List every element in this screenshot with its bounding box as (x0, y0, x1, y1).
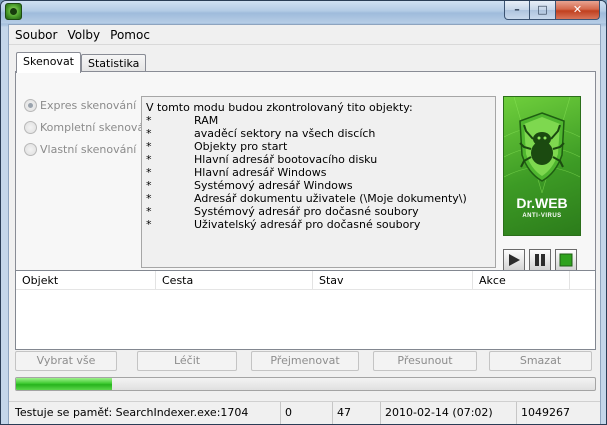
info-item: * Hlavní adresář bootovacího disku (146, 153, 378, 166)
minimize-button[interactable]: – (504, 1, 530, 20)
info-item: * Adresář dokumentu uživatele (\Moje doku… (146, 192, 467, 205)
status-datetime: 2010-02-14 (07:02) (381, 402, 517, 424)
drweb-spider-icon[interactable] (5, 3, 22, 20)
status-value: 47 (333, 402, 381, 424)
title-bar[interactable]: – □ ✕ (1, 1, 606, 23)
play-icon (509, 254, 520, 266)
column-path[interactable]: Cesta (156, 271, 313, 289)
radio-full-scan[interactable]: Kompletní skenování (24, 116, 154, 138)
status-object-count: 1049267 (521, 406, 570, 419)
menu-bar: Soubor Volby Pomoc (9, 25, 600, 45)
tab-scan[interactable]: Skenovat (16, 52, 81, 73)
results-table[interactable]: Objekt Cesta Stav Akce (15, 270, 596, 350)
info-item: * Systémový adresář pro dočasné soubory (146, 205, 419, 218)
start-scan-button[interactable] (503, 249, 525, 271)
cure-button[interactable]: Léčit (137, 351, 237, 371)
table-header: Objekt Cesta Stav Akce (16, 271, 595, 290)
column-status[interactable]: Stav (313, 271, 473, 289)
info-item: * Systémový adresář Windows (146, 179, 353, 192)
radio-label: Kompletní skenování (40, 120, 155, 134)
drweb-logo: Dr.WEB ANTI-VIRUS (503, 96, 581, 236)
maximize-button[interactable]: □ (530, 1, 556, 20)
info-item: * RAM (146, 114, 219, 127)
status-threats-count: 0 (281, 402, 333, 424)
info-title: V tomto modu budou zkontrolovaný tito ob… (146, 101, 413, 114)
menu-file[interactable]: Soubor (11, 25, 63, 44)
column-action[interactable]: Akce (473, 271, 570, 289)
pause-icon (535, 254, 545, 266)
scan-controls (503, 249, 577, 271)
info-item: * Hlavní adresář Windows (146, 166, 327, 179)
radio-express-scan[interactable]: Expres skenování (24, 94, 154, 116)
pause-scan-button[interactable] (529, 249, 551, 271)
progress-fill (16, 378, 112, 390)
rename-button[interactable]: Přejmenovat (251, 351, 359, 371)
status-text: Testuje se paměť: SearchIndexer.exe:1704 (9, 402, 281, 424)
stop-icon (559, 253, 573, 267)
action-buttons: Vybrat vše Léčit Přejmenovat Přesunout S… (15, 351, 596, 371)
move-button[interactable]: Přesunout (373, 351, 477, 371)
info-item: * avaděcí sektory na všech discích (146, 127, 376, 140)
radio-unchecked-icon (24, 120, 37, 134)
info-item: * Uživatelský adresář pro dočasné soubory (146, 218, 421, 231)
brand-subtitle: ANTI-VIRUS (522, 213, 562, 219)
radio-unchecked-icon (24, 142, 37, 156)
select-all-button[interactable]: Vybrat vše (15, 351, 117, 371)
close-button[interactable]: ✕ (556, 1, 600, 20)
scan-panel: Expres skenování Kompletní skenování Vla… (15, 71, 596, 275)
delete-button[interactable]: Smazat (489, 351, 592, 371)
status-bar: Testuje se paměť: SearchIndexer.exe:1704… (9, 401, 600, 424)
stop-scan-button[interactable] (555, 249, 577, 271)
tab-strip: Skenovat Statistika (16, 52, 147, 73)
column-object[interactable]: Objekt (16, 271, 156, 289)
radio-checked-icon (24, 98, 37, 112)
client-area: Soubor Volby Pomoc Skenovat Statistika E… (8, 24, 601, 424)
menu-options[interactable]: Volby (63, 25, 106, 44)
info-item: * Objekty pro start (146, 140, 288, 153)
radio-custom-scan[interactable]: Vlastní skenování (24, 138, 154, 160)
app-window: – □ ✕ Soubor Volby Pomoc Skenovat Statis… (0, 0, 607, 425)
menu-help[interactable]: Pomoc (106, 25, 156, 44)
radio-label: Vlastní skenování (40, 142, 137, 156)
scan-objects-info: V tomto modu budou zkontrolovaný tito ob… (141, 96, 496, 268)
spider-shield-icon (504, 97, 580, 193)
brand-name: Dr.WEB (516, 195, 568, 211)
scan-progress-bar (15, 377, 596, 391)
scan-mode-group: Expres skenování Kompletní skenování Vla… (24, 94, 154, 160)
radio-label: Expres skenování (40, 98, 137, 112)
